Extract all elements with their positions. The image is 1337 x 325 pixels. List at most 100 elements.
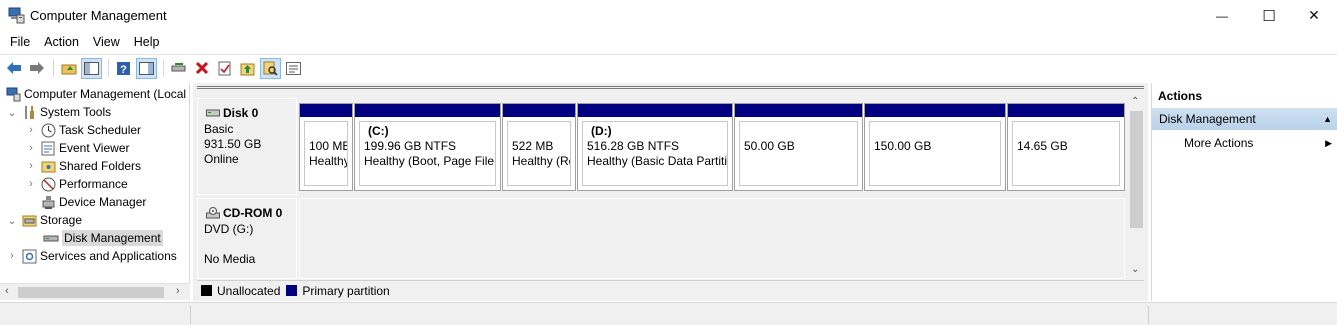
chevron-down-icon[interactable]: ⌄	[6, 106, 18, 119]
tree-item-root[interactable]: Computer Management (Local	[3, 85, 186, 103]
partition-6[interactable]: 150.00 GB	[864, 103, 1006, 191]
partition-d[interactable]: (D:) 516.28 GB NTFS Healthy (Basic Data …	[577, 103, 733, 191]
legend-primary: Primary partition	[302, 283, 390, 298]
help-icon[interactable]: ?	[113, 58, 134, 79]
tree-label: Task Scheduler	[59, 123, 142, 137]
partition-info: (D:) 516.28 GB NTFS Healthy (Basic Data …	[582, 121, 728, 186]
up-folder-icon[interactable]	[58, 58, 79, 79]
tree-label: Storage	[40, 213, 83, 227]
tree-item-system-tools[interactable]: ⌄ System Tools	[6, 103, 111, 121]
tree-item-disk-management[interactable]: Disk Management	[40, 229, 163, 247]
tree-item-performance[interactable]: › Performance	[25, 175, 128, 193]
tree-label: System Tools	[40, 105, 112, 119]
cdrom-icon	[206, 207, 220, 219]
toolbar: ?	[0, 54, 1337, 81]
tree-label: Device Manager	[59, 195, 147, 209]
menu-bar: File Action View Help	[0, 31, 1337, 53]
scroll-up-icon[interactable]: ⌃	[1131, 96, 1139, 107]
connect-disk-icon[interactable]	[168, 58, 189, 79]
partition-7[interactable]: 14.65 GB	[1007, 103, 1125, 191]
toolbar-separator	[53, 59, 54, 77]
chevron-right-icon[interactable]: ›	[6, 250, 18, 262]
partition-status: Healthy (Basic Data Partitio	[587, 154, 728, 168]
minimize-button[interactable]: —	[1199, 0, 1245, 31]
disk-icon	[206, 109, 220, 117]
toolbar-separator	[108, 59, 109, 77]
device-manager-icon	[40, 194, 56, 210]
title-bar	[0, 0, 1337, 31]
console-tree: Computer Management (Local ⌄ System Tool…	[0, 83, 190, 301]
chevron-down-icon[interactable]: ⌄	[6, 214, 18, 227]
menu-view[interactable]: View	[86, 31, 127, 53]
maximize-button[interactable]: ☐	[1246, 0, 1292, 31]
tree-item-event-viewer[interactable]: › Event Viewer	[25, 139, 129, 157]
primary-partition-bar	[578, 104, 732, 117]
cdrom-status: No Media	[204, 252, 256, 266]
show-hide-console-tree-icon[interactable]	[81, 57, 102, 79]
scroll-right-icon[interactable]: ›	[176, 285, 180, 297]
partition-info: 14.65 GB	[1012, 121, 1120, 186]
tree-horizontal-scrollbar[interactable]: ‹ ›	[0, 283, 190, 300]
status-divider	[190, 306, 191, 324]
tree-item-task-scheduler[interactable]: › Task Scheduler	[25, 121, 141, 139]
window-title: Computer Management	[30, 8, 167, 23]
menu-action[interactable]: Action	[37, 31, 86, 53]
find-icon[interactable]	[260, 57, 281, 79]
actions-header: Actions	[1158, 89, 1203, 103]
more-actions-item[interactable]: More Actions ▶	[1184, 133, 1334, 153]
shared-folder-icon	[40, 158, 56, 174]
computer-icon	[5, 86, 21, 102]
primary-partition-bar	[355, 104, 500, 117]
scrollbar-thumb[interactable]	[1130, 111, 1143, 228]
scroll-left-icon[interactable]: ‹	[5, 285, 9, 297]
scrollbar-thumb[interactable]	[18, 287, 164, 298]
disk-vertical-scrollbar[interactable]: ⌃ ⌄	[1128, 94, 1145, 279]
actions-section-disk-management[interactable]: Disk Management ▲	[1152, 108, 1337, 130]
scroll-down-icon[interactable]: ⌄	[1131, 264, 1139, 275]
volume-list-splitter[interactable]	[197, 86, 1144, 89]
properties-check-icon[interactable]	[214, 58, 235, 79]
maximize-icon: ☐	[1262, 7, 1276, 25]
partition-size: 150.00 GB	[874, 139, 932, 153]
delete-icon[interactable]	[191, 58, 212, 79]
tree-item-shared-folders[interactable]: › Shared Folders	[25, 157, 141, 175]
partition-info: 100 MB Healthy	[304, 121, 348, 186]
primary-partition-bar	[735, 104, 862, 117]
partition-c[interactable]: (C:) 199.96 GB NTFS Healthy (Boot, Page …	[354, 103, 501, 191]
partition-recovery[interactable]: 522 MB Healthy (Re	[502, 103, 576, 191]
chevron-right-icon[interactable]: ›	[25, 142, 37, 154]
storage-icon	[21, 212, 37, 228]
show-hide-action-pane-icon[interactable]	[136, 57, 157, 79]
event-log-icon	[40, 140, 56, 156]
details-icon[interactable]	[283, 58, 304, 79]
back-arrow-icon[interactable]	[3, 58, 24, 79]
chevron-right-icon[interactable]: ›	[25, 160, 37, 172]
services-icon	[21, 248, 37, 264]
forward-arrow-icon[interactable]	[26, 58, 47, 79]
menu-file[interactable]: File	[0, 31, 37, 53]
menu-help[interactable]: Help	[127, 31, 167, 53]
tree-item-device-manager[interactable]: Device Manager	[37, 193, 146, 211]
partition-status: Healthy (Boot, Page File,	[364, 154, 496, 168]
chevron-right-icon[interactable]: ›	[25, 124, 37, 136]
partition-5[interactable]: 50.00 GB	[734, 103, 863, 191]
cdrom-0-area	[299, 198, 1125, 279]
tree-label: Services and Applications	[40, 249, 177, 263]
tree-item-storage[interactable]: ⌄ Storage	[6, 211, 82, 229]
disk-0-label[interactable]: Disk 0 Basic 931.50 GB Online	[197, 98, 297, 195]
partition-size: 14.65 GB	[1017, 139, 1068, 153]
svg-text:?: ?	[120, 64, 127, 76]
partition-1[interactable]: 100 MB Healthy	[299, 103, 353, 191]
cdrom-0-label[interactable]: CD-ROM 0 DVD (G:) No Media	[197, 198, 297, 279]
chevron-right-icon[interactable]: ›	[25, 178, 37, 190]
submenu-arrow-icon: ▶	[1325, 138, 1332, 148]
disk-status: Online	[204, 152, 239, 166]
partition-size: 100 MB	[309, 139, 348, 153]
folder-up-icon[interactable]	[237, 58, 258, 79]
status-bar	[0, 302, 1337, 325]
close-button[interactable]: ✕	[1291, 0, 1337, 31]
primary-partition-bar	[300, 104, 352, 117]
collapse-up-icon[interactable]: ▲	[1323, 108, 1332, 130]
tree-item-services-applications[interactable]: › Services and Applications	[6, 247, 177, 265]
partition-size: 50.00 GB	[744, 139, 795, 153]
